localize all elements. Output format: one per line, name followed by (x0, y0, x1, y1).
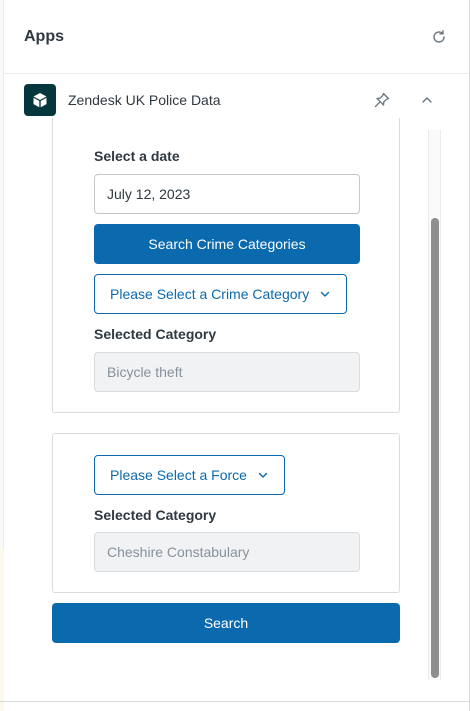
crime-category-dropdown-label: Please Select a Crime Category (110, 286, 310, 302)
selected-category-label: Selected Category (94, 326, 217, 342)
selected-force-label: Selected Category (94, 507, 217, 523)
search-crime-categories-button[interactable]: Search Crime Categories (94, 224, 360, 264)
pin-icon[interactable] (372, 90, 392, 110)
box-icon (24, 84, 56, 116)
crime-category-dropdown[interactable]: Please Select a Crime Category (94, 274, 348, 314)
app-name: Zendesk UK Police Data (68, 92, 221, 108)
force-search-card: Please Select a Force Selected Category … (52, 433, 400, 593)
force-dropdown-label: Please Select a Force (110, 467, 247, 483)
date-label: Select a date (94, 148, 180, 164)
refresh-icon[interactable] (429, 27, 449, 47)
chevron-down-icon (257, 469, 269, 481)
chevron-up-icon[interactable] (417, 90, 437, 110)
selected-crime-category-field: Bicycle theft (94, 352, 360, 392)
date-input[interactable]: July 12, 2023 (94, 174, 360, 214)
search-button[interactable]: Search (52, 603, 400, 643)
chevron-down-icon (319, 288, 331, 300)
left-panel-tint (0, 548, 4, 711)
scrollbar-track[interactable] (428, 130, 441, 680)
apps-title: Apps (24, 28, 64, 45)
crime-search-card: Select a date July 12, 2023 Search Crime… (52, 118, 400, 413)
scrollbar-thumb[interactable] (431, 218, 439, 678)
force-dropdown[interactable]: Please Select a Force (94, 455, 285, 495)
selected-force-field: Cheshire Constabulary (94, 532, 360, 572)
panel-bottom-border (0, 701, 470, 702)
apps-header: Apps (4, 0, 469, 74)
